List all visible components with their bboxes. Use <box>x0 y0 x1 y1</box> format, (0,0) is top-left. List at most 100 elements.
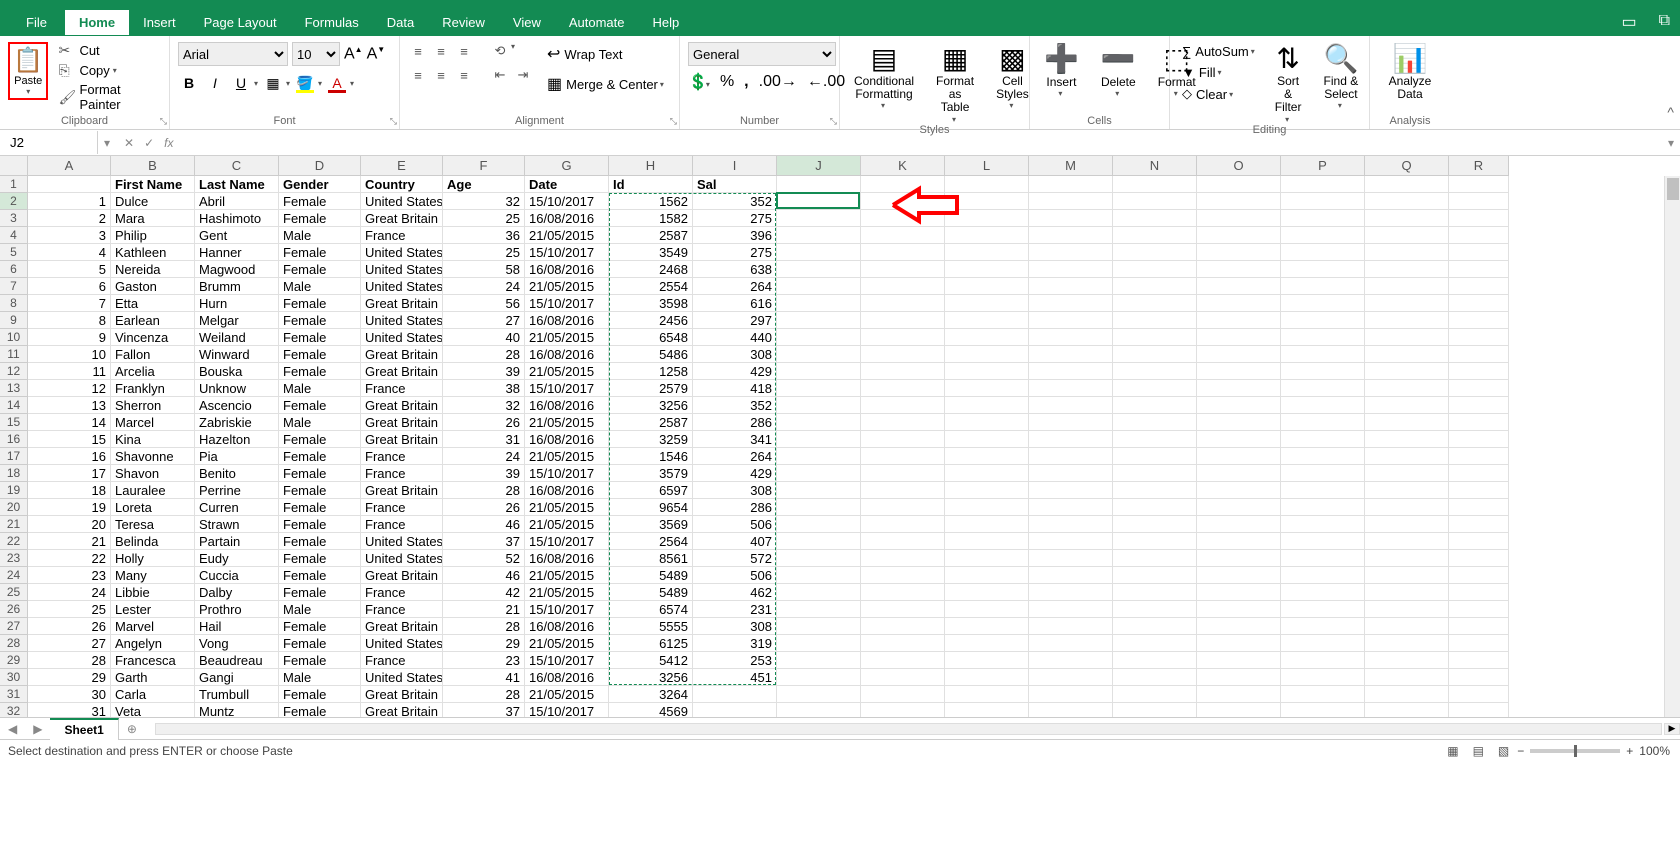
cell-J11[interactable] <box>777 346 861 363</box>
cell-E2[interactable]: United States <box>361 193 443 210</box>
cell-J29[interactable] <box>777 652 861 669</box>
cell-O27[interactable] <box>1197 618 1281 635</box>
cell-J8[interactable] <box>777 295 861 312</box>
cell-O11[interactable] <box>1197 346 1281 363</box>
cell-B18[interactable]: Shavon <box>111 465 195 482</box>
tab-file[interactable]: File <box>8 10 65 35</box>
enter-formula-icon[interactable]: ✓ <box>144 136 154 150</box>
tab-home[interactable]: Home <box>65 10 129 35</box>
row-header-13[interactable]: 13 <box>0 380 28 397</box>
row-header-20[interactable]: 20 <box>0 499 28 516</box>
cell-P7[interactable] <box>1281 278 1365 295</box>
font-color-button[interactable]: A <box>326 72 348 94</box>
cell-D23[interactable]: Female <box>279 550 361 567</box>
cell-B8[interactable]: Etta <box>111 295 195 312</box>
cell-G12[interactable]: 21/05/2015 <box>525 363 609 380</box>
cell-F15[interactable]: 26 <box>443 414 525 431</box>
cell-L18[interactable] <box>945 465 1029 482</box>
cell-K12[interactable] <box>861 363 945 380</box>
cell-P25[interactable] <box>1281 584 1365 601</box>
cell-E21[interactable]: France <box>361 516 443 533</box>
col-header-I[interactable]: I <box>693 156 777 176</box>
cell-Q29[interactable] <box>1365 652 1449 669</box>
select-all-corner[interactable] <box>0 156 28 176</box>
cell-B3[interactable]: Mara <box>111 210 195 227</box>
cell-F28[interactable]: 29 <box>443 635 525 652</box>
cell-A15[interactable]: 14 <box>28 414 111 431</box>
cell-D13[interactable]: Male <box>279 380 361 397</box>
cell-C18[interactable]: Benito <box>195 465 279 482</box>
cell-K16[interactable] <box>861 431 945 448</box>
cell-H5[interactable]: 3549 <box>609 244 693 261</box>
decrease-font-icon[interactable]: A▼ <box>367 45 386 63</box>
header-cell[interactable]: Sal <box>693 176 777 193</box>
cell-E10[interactable]: United States <box>361 329 443 346</box>
col-header-P[interactable]: P <box>1281 156 1365 176</box>
align-bottom-icon[interactable]: ≡ <box>454 42 474 60</box>
cell-A29[interactable]: 28 <box>28 652 111 669</box>
cell-F12[interactable]: 39 <box>443 363 525 380</box>
cell-J26[interactable] <box>777 601 861 618</box>
cell-D21[interactable]: Female <box>279 516 361 533</box>
cell-L25[interactable] <box>945 584 1029 601</box>
cell-N3[interactable] <box>1113 210 1197 227</box>
cell-B20[interactable]: Loreta <box>111 499 195 516</box>
row-header-22[interactable]: 22 <box>0 533 28 550</box>
cell-L10[interactable] <box>945 329 1029 346</box>
cell-N17[interactable] <box>1113 448 1197 465</box>
cell-R9[interactable] <box>1449 312 1509 329</box>
cell-O17[interactable] <box>1197 448 1281 465</box>
cell-Q25[interactable] <box>1365 584 1449 601</box>
window-min-icon[interactable]: ▭ <box>1621 12 1636 32</box>
namebox-dropdown-icon[interactable]: ▾ <box>98 136 116 150</box>
col-header-G[interactable]: G <box>525 156 609 176</box>
cell-H25[interactable]: 5489 <box>609 584 693 601</box>
cell-M25[interactable] <box>1029 584 1113 601</box>
cell-L6[interactable] <box>945 261 1029 278</box>
cell-M9[interactable] <box>1029 312 1113 329</box>
cell-K17[interactable] <box>861 448 945 465</box>
cell-D29[interactable]: Female <box>279 652 361 669</box>
cell-M16[interactable] <box>1029 431 1113 448</box>
tab-data[interactable]: Data <box>373 10 428 35</box>
cell-L14[interactable] <box>945 397 1029 414</box>
cell-P20[interactable] <box>1281 499 1365 516</box>
cell-E5[interactable]: United States <box>361 244 443 261</box>
cell-L23[interactable] <box>945 550 1029 567</box>
cell-P28[interactable] <box>1281 635 1365 652</box>
cell-N21[interactable] <box>1113 516 1197 533</box>
analyze-data-button[interactable]: 📊Analyze Data <box>1378 42 1442 101</box>
cell-F4[interactable]: 36 <box>443 227 525 244</box>
cell-J2[interactable] <box>777 193 861 210</box>
cell-C32[interactable]: Muntz <box>195 703 279 717</box>
cell-E30[interactable]: United States <box>361 669 443 686</box>
cell-P27[interactable] <box>1281 618 1365 635</box>
cell-E11[interactable]: Great Britain <box>361 346 443 363</box>
cell-L11[interactable] <box>945 346 1029 363</box>
cell-A26[interactable]: 25 <box>28 601 111 618</box>
header-cell[interactable] <box>1197 176 1281 193</box>
cell-F7[interactable]: 24 <box>443 278 525 295</box>
header-cell[interactable] <box>28 176 111 193</box>
cell-I18[interactable]: 429 <box>693 465 777 482</box>
header-cell[interactable] <box>1365 176 1449 193</box>
cell-C7[interactable]: Brumm <box>195 278 279 295</box>
cell-G20[interactable]: 21/05/2015 <box>525 499 609 516</box>
cell-L15[interactable] <box>945 414 1029 431</box>
cell-J30[interactable] <box>777 669 861 686</box>
zoom-out-icon[interactable]: − <box>1517 744 1524 758</box>
cell-J24[interactable] <box>777 567 861 584</box>
tab-view[interactable]: View <box>499 10 555 35</box>
row-header-6[interactable]: 6 <box>0 261 28 278</box>
cell-D15[interactable]: Male <box>279 414 361 431</box>
cell-P10[interactable] <box>1281 329 1365 346</box>
cell-M24[interactable] <box>1029 567 1113 584</box>
row-header-4[interactable]: 4 <box>0 227 28 244</box>
cell-K6[interactable] <box>861 261 945 278</box>
cell-E15[interactable]: Great Britain <box>361 414 443 431</box>
cell-C28[interactable]: Vong <box>195 635 279 652</box>
cell-P23[interactable] <box>1281 550 1365 567</box>
cell-J10[interactable] <box>777 329 861 346</box>
cell-J13[interactable] <box>777 380 861 397</box>
cell-L31[interactable] <box>945 686 1029 703</box>
